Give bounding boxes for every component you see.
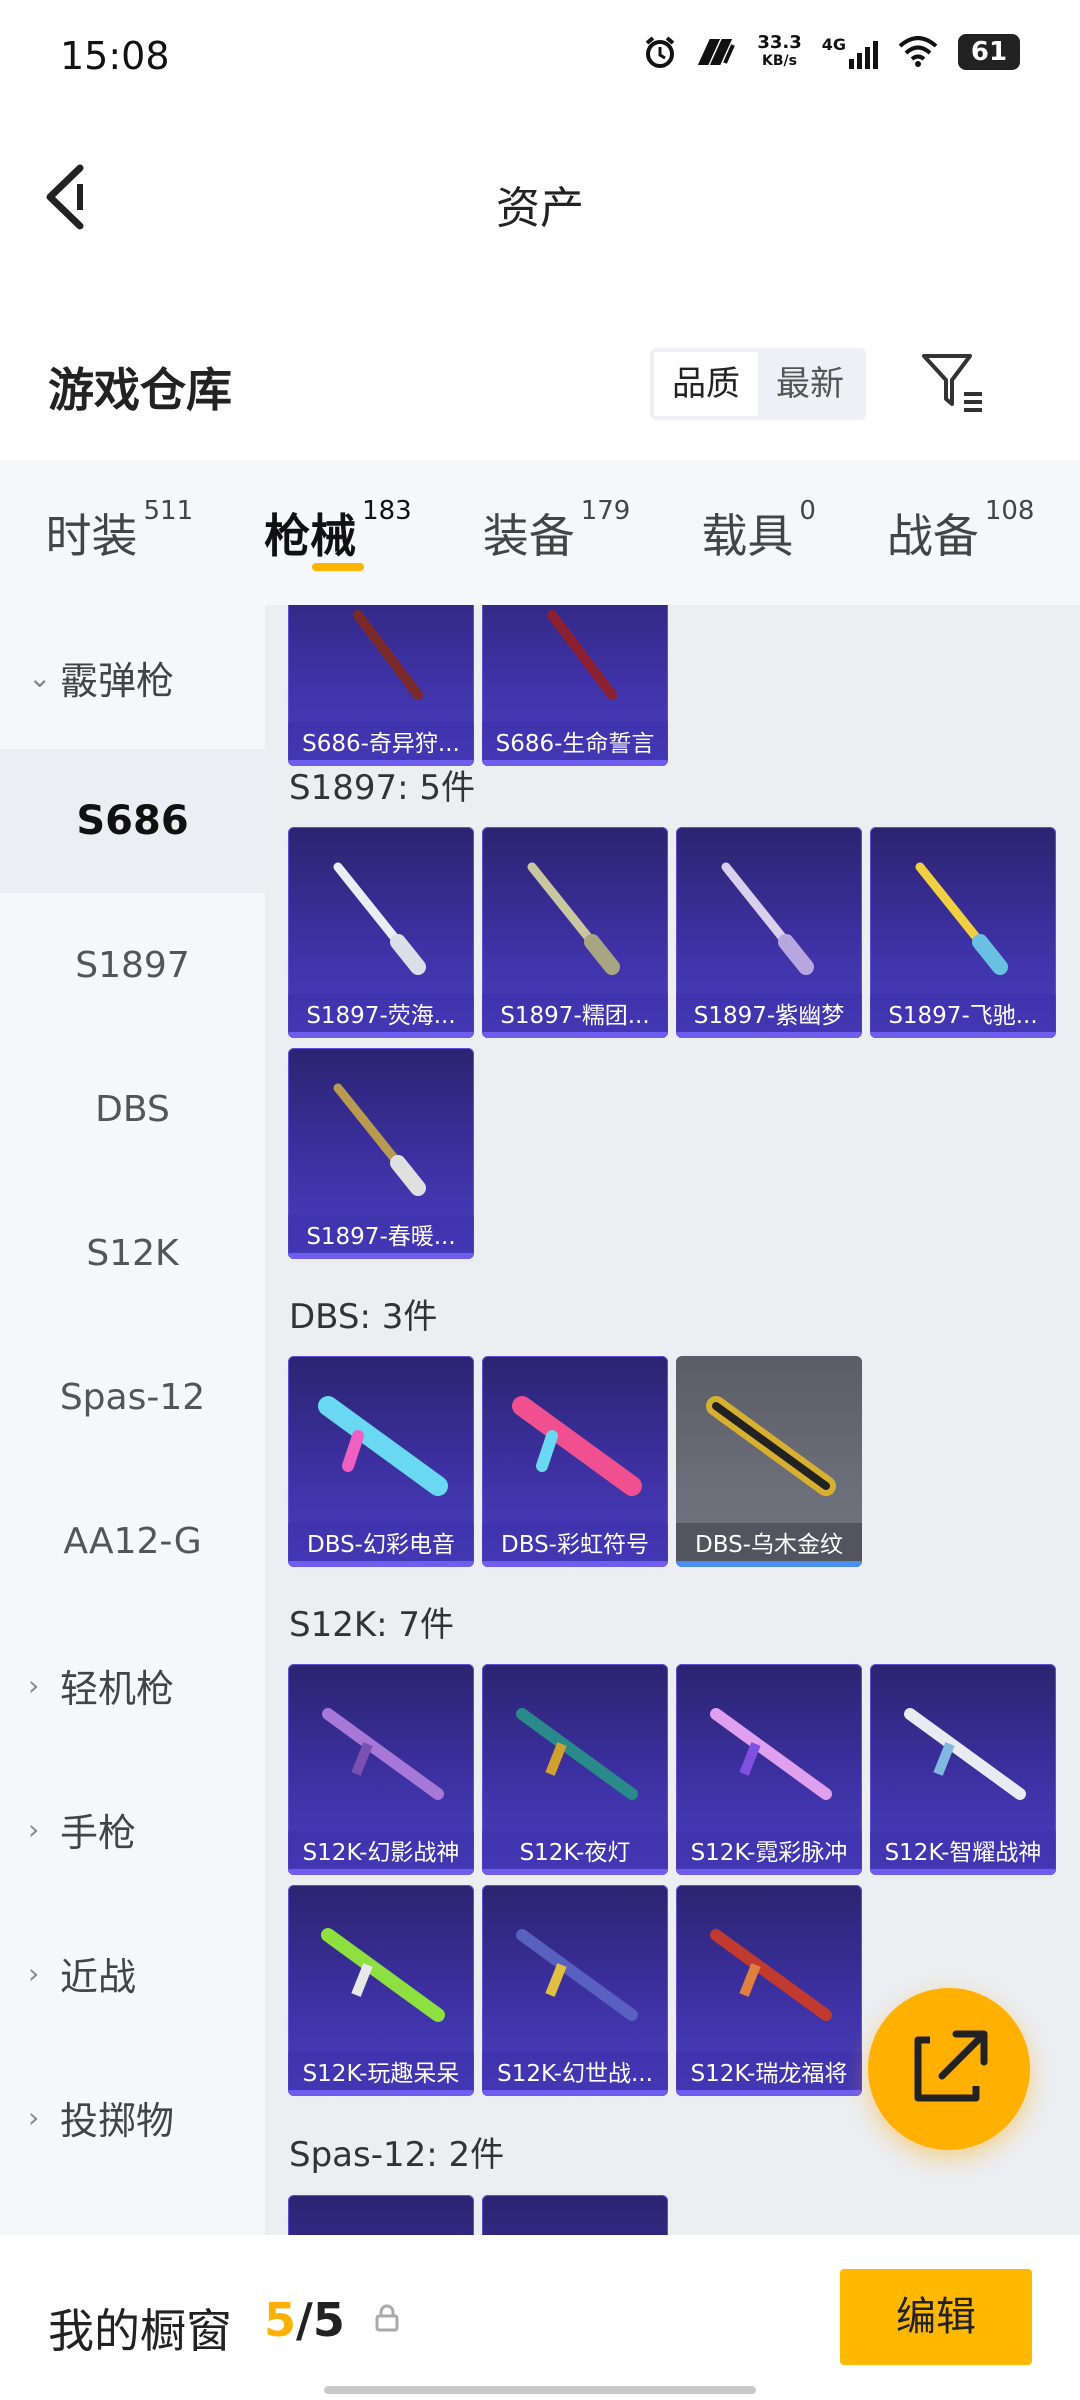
rifle-icon [516, 1708, 638, 1800]
shotgun-icon [318, 1396, 448, 1496]
shotgun-icon [527, 862, 620, 975]
item-card[interactable]: S12K-霓彩脉冲 [676, 1664, 862, 1875]
showcase-bar: 我的橱窗 5/5 编辑 [0, 2235, 1080, 2400]
chevron-right-icon: › [28, 1956, 40, 1990]
tab-vehicles[interactable]: 载具 0 [701, 460, 816, 605]
share-icon [914, 2030, 988, 2102]
alarm-icon [646, 36, 675, 68]
tab-equipment[interactable]: 装备 179 [483, 460, 631, 605]
item-card[interactable] [482, 2195, 668, 2235]
sidebar-group-pistol[interactable]: › 手枪 [0, 1757, 265, 1901]
sidebar-item-s686[interactable]: S686 [0, 749, 265, 893]
filter-icon[interactable] [920, 350, 986, 416]
category-tabs: 时装 511 枪械 183 装备 179 载具 0 战备 108 [0, 460, 1080, 605]
item-card[interactable]: S12K-幻世战... [482, 1885, 668, 2096]
home-indicator[interactable] [324, 2386, 756, 2394]
sidebar-item-aa12g[interactable]: AA12-G [0, 1469, 265, 1613]
item-card[interactable]: DBS-幻彩电音 [288, 1356, 474, 1567]
rifle-icon [710, 1708, 832, 1800]
rifle-icon [710, 1929, 832, 2021]
shotgun-icon [353, 610, 423, 700]
section-label-s12k: S12K: 7件 [289, 1605, 455, 1645]
item-card[interactable]: S12K-智耀战神 [870, 1664, 1056, 1875]
rifle-icon [904, 1708, 1026, 1800]
sidebar-item-dbs[interactable]: DBS [0, 1037, 265, 1181]
share-button[interactable] [868, 1988, 1030, 2150]
weapon-sidebar: ⌄ 霰弹枪 S686 S1897 DBS S12K Spas-12 AA12-G … [0, 605, 265, 2235]
sidebar-item-s1897[interactable]: S1897 [0, 893, 265, 1037]
edit-button[interactable]: 编辑 [840, 2269, 1032, 2365]
rifle-icon [516, 1929, 638, 2021]
section-label-spas12: Spas-12: 2件 [289, 2135, 505, 2175]
sidebar-item-s12k[interactable]: S12K [0, 1181, 265, 1325]
shotgun-icon [512, 1396, 642, 1496]
net-speed: 33.3 KB/s [757, 32, 802, 70]
item-card[interactable]: DBS-乌木金纹 [676, 1356, 862, 1567]
sidebar-group-melee[interactable]: › 近战 [0, 1901, 265, 2045]
chevron-right-icon: › [28, 1812, 40, 1846]
tab-supplies[interactable]: 战备 108 [887, 460, 1035, 605]
app-logo-icon [698, 39, 736, 65]
battery-indicator: 61 [958, 34, 1020, 70]
rifle-icon [321, 1928, 445, 2022]
item-card[interactable]: S686-生命誓言 [482, 605, 668, 766]
nav-bar: 资产 [0, 110, 1080, 280]
sort-toggle: 品质 最新 [650, 348, 866, 420]
wifi-icon [898, 36, 938, 67]
item-card[interactable]: S1897-春暖... [288, 1048, 474, 1259]
sidebar-group-lmg[interactable]: › 轻机枪 [0, 1613, 265, 1757]
showcase-count: 5/5 [264, 2293, 345, 2347]
warehouse-header: 游戏仓库 品质 最新 [0, 320, 1080, 440]
tab-fashion[interactable]: 时装 511 [45, 460, 193, 605]
sort-quality-button[interactable]: 品质 [654, 352, 758, 416]
item-card[interactable]: S12K-玩趣呆呆 [288, 1885, 474, 2096]
item-card[interactable]: S686-奇异狩... [288, 605, 474, 766]
shotgun-icon [915, 862, 1008, 975]
chevron-right-icon: › [28, 2100, 40, 2134]
sidebar-item-spas12[interactable]: Spas-12 [0, 1325, 265, 1469]
section-label-s1897: S1897: 5件 [289, 768, 476, 808]
item-card[interactable]: S1897-糯团... [482, 827, 668, 1038]
app-root: 15:08 33.3 KB/s 4G 61 资产 游戏仓库 品质 最新 时装 511… [0, 0, 1080, 2400]
shotgun-icon [547, 610, 617, 700]
chevron-down-icon: ⌄ [28, 660, 52, 694]
shotgun-icon [706, 1396, 836, 1496]
item-card[interactable]: S1897-紫幽梦 [676, 827, 862, 1038]
lock-icon [375, 2304, 399, 2332]
tab-guns[interactable]: 枪械 183 [264, 460, 412, 605]
status-time: 15:08 [60, 34, 170, 78]
active-tab-indicator [311, 563, 364, 571]
warehouse-title: 游戏仓库 [48, 363, 232, 417]
item-card[interactable]: S1897-飞驰... [870, 827, 1056, 1038]
item-card[interactable]: S1897-荧海... [288, 827, 474, 1038]
sidebar-group-throwables[interactable]: › 投掷物 [0, 2045, 265, 2189]
signal-indicator: 4G [822, 35, 878, 69]
shotgun-icon [721, 862, 814, 975]
showcase-title: 我的橱窗 [48, 2304, 232, 2358]
item-card[interactable]: S12K-瑞龙福将 [676, 1885, 862, 2096]
rifle-icon [322, 1708, 444, 1800]
sidebar-group-shotgun[interactable]: ⌄ 霰弹枪 [0, 605, 265, 749]
page-title: 资产 [496, 183, 584, 234]
status-icons: 33.3 KB/s 4G 61 [643, 34, 1020, 70]
item-card[interactable]: S12K-夜灯 [482, 1664, 668, 1875]
section-label-dbs: DBS: 3件 [289, 1297, 438, 1337]
status-bar: 15:08 33.3 KB/s 4G 61 [0, 0, 1080, 110]
shotgun-icon [333, 1083, 426, 1196]
shotgun-icon [333, 862, 426, 975]
chevron-right-icon: › [28, 1668, 40, 1702]
sort-newest-button[interactable]: 最新 [758, 352, 862, 416]
item-card[interactable] [288, 2195, 474, 2235]
item-card[interactable]: DBS-彩虹符号 [482, 1356, 668, 1567]
item-card[interactable]: S12K-幻影战神 [288, 1664, 474, 1875]
